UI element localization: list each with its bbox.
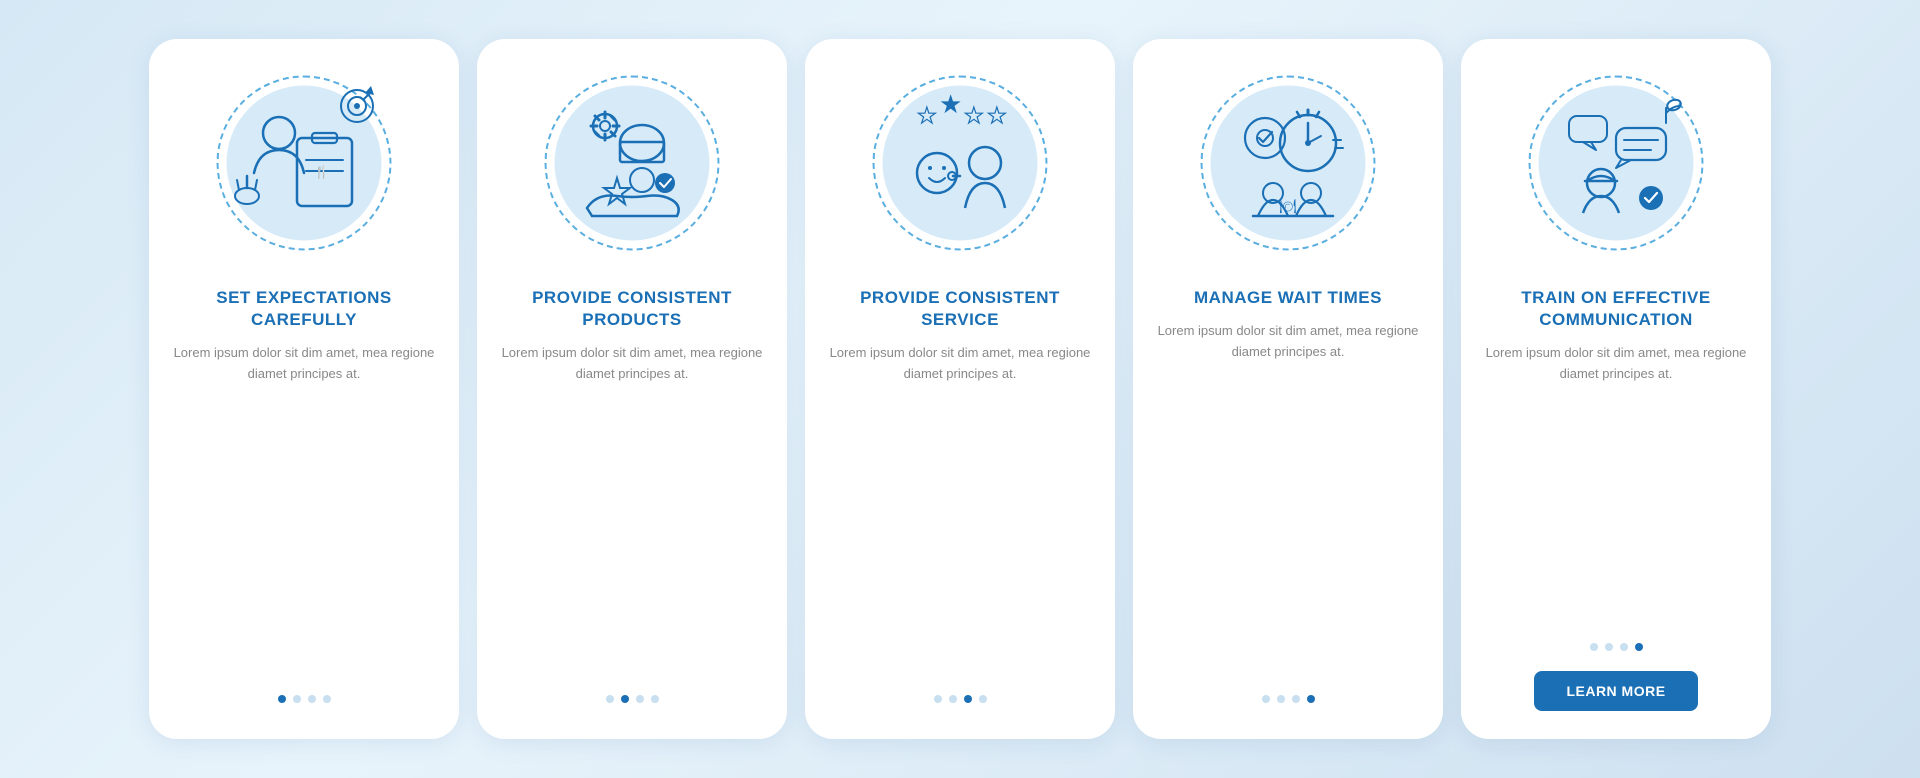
dot-4 (979, 695, 987, 703)
svg-text:★: ★ (917, 103, 937, 128)
card-1-title: SET EXPECTATIONS CAREFULLY (171, 287, 437, 331)
card-3-text: Lorem ipsum dolor sit dim amet, mea regi… (827, 343, 1093, 385)
dot-1 (278, 695, 286, 703)
svg-text:★: ★ (964, 103, 984, 128)
dot-3 (636, 695, 644, 703)
card-consistent-products: PROVIDE CONSISTENT PRODUCTS Lorem ipsum … (477, 39, 787, 739)
card-1-text: Lorem ipsum dolor sit dim amet, mea regi… (171, 343, 437, 385)
dot-3 (1620, 643, 1628, 651)
dot-1 (1590, 643, 1598, 651)
card-2-title: PROVIDE CONSISTENT PRODUCTS (499, 287, 765, 331)
dot-4 (1635, 643, 1643, 651)
dot-4 (323, 695, 331, 703)
dot-1 (934, 695, 942, 703)
card-4-text: Lorem ipsum dolor sit dim amet, mea regi… (1155, 321, 1421, 363)
dot-2 (621, 695, 629, 703)
dot-2 (293, 695, 301, 703)
card-5-text: Lorem ipsum dolor sit dim amet, mea regi… (1483, 343, 1749, 385)
card-5-dots (1590, 643, 1643, 651)
card-4-title: MANAGE WAIT TIMES (1194, 287, 1382, 309)
dot-4 (1307, 695, 1315, 703)
card-3-illustration: ★ ★ ★ ★ (860, 63, 1060, 263)
card-manage-wait-times: 🍽 MANAGE WAIT TIMES Lorem ipsum dolor si… (1133, 39, 1443, 739)
card-3-dots (934, 695, 987, 703)
dot-2 (1605, 643, 1613, 651)
dot-2 (1277, 695, 1285, 703)
dot-3 (964, 695, 972, 703)
dot-3 (308, 695, 316, 703)
dot-1 (1262, 695, 1270, 703)
card-3-title: PROVIDE CONSISTENT SERVICE (827, 287, 1093, 331)
card-5-title: TRAIN ON EFFECTIVE COMMUNICATION (1483, 287, 1749, 331)
card-2-dots (606, 695, 659, 703)
svg-text:★: ★ (939, 89, 962, 119)
card-4-illustration: 🍽 (1188, 63, 1388, 263)
svg-text:🍴: 🍴 (314, 165, 329, 179)
communication-icon (1521, 68, 1711, 258)
card-consistent-service: ★ ★ ★ ★ PROVIDE CONSISTENT SERVICE Lorem… (805, 39, 1115, 739)
card-2-illustration (532, 63, 732, 263)
dot-4 (651, 695, 659, 703)
clipboard-person-icon: 🍴 (209, 68, 399, 258)
svg-text:★: ★ (987, 103, 1007, 128)
dot-1 (606, 695, 614, 703)
card-1-illustration: 🍴 (204, 63, 404, 263)
happy-waiter-icon: ★ ★ ★ ★ (865, 68, 1055, 258)
card-2-text: Lorem ipsum dolor sit dim amet, mea regi… (499, 343, 765, 385)
timer-dining-icon: 🍽 (1193, 68, 1383, 258)
card-5-illustration (1516, 63, 1716, 263)
dot-2 (949, 695, 957, 703)
cards-container: 🍴 SET EXPECTATIONS CAREFULLY Lorem ipsum… (109, 9, 1811, 769)
card-communication: TRAIN ON EFFECTIVE COMMUNICATION Lorem i… (1461, 39, 1771, 739)
learn-more-button[interactable]: LEARN MORE (1534, 671, 1697, 711)
dot-3 (1292, 695, 1300, 703)
card-1-dots (278, 695, 331, 703)
card-4-dots (1262, 695, 1315, 703)
svg-text:🍽: 🍽 (1279, 198, 1297, 214)
chef-star-icon (537, 68, 727, 258)
card-set-expectations: 🍴 SET EXPECTATIONS CAREFULLY Lorem ipsum… (149, 39, 459, 739)
